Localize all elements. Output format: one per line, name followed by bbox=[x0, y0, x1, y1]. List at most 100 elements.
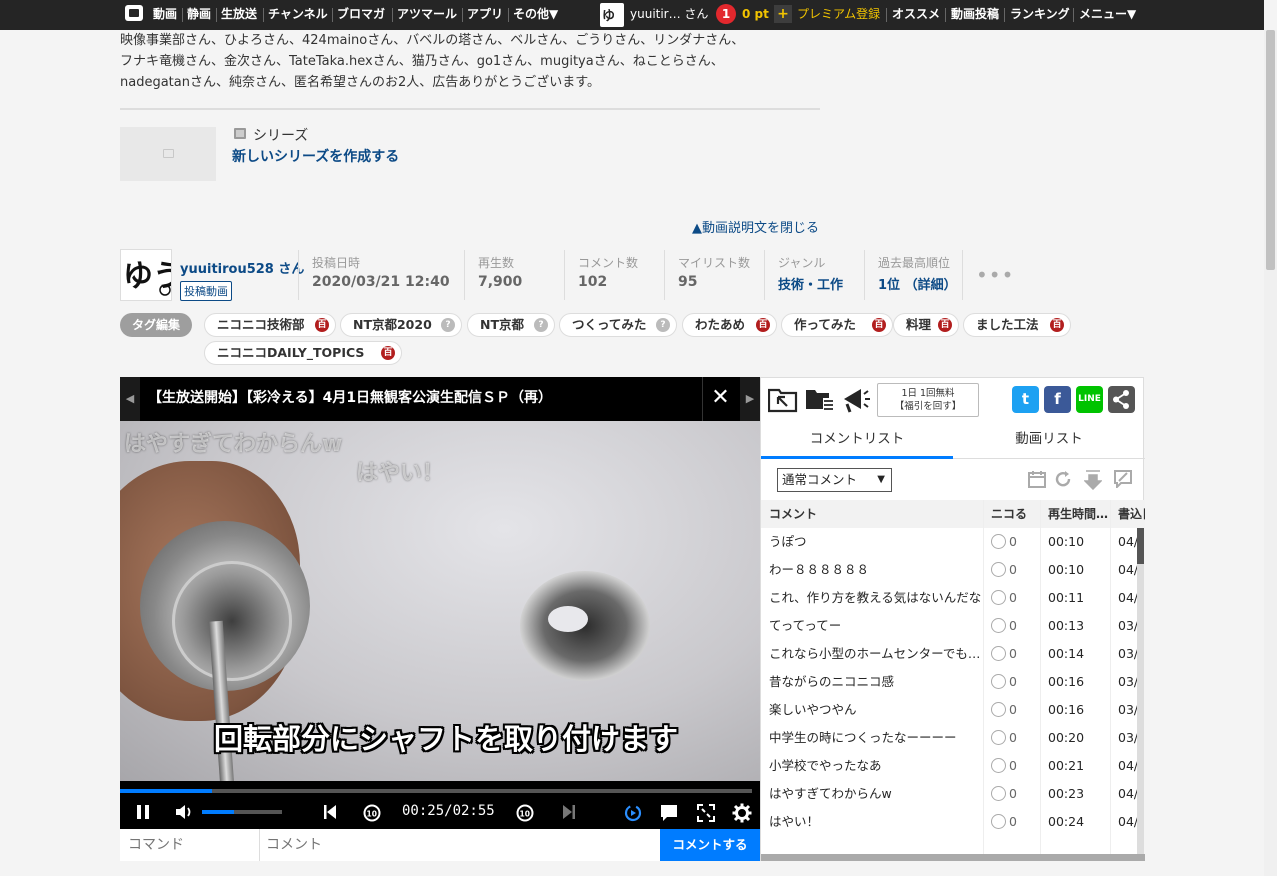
close-icon[interactable]: ✕ bbox=[702, 377, 738, 421]
comment-row[interactable]: はやい！ 0 00:24 04/ bbox=[761, 808, 1137, 836]
nicoru-face-icon[interactable] bbox=[991, 730, 1006, 745]
tab-comment-list[interactable]: コメントリスト bbox=[761, 422, 953, 459]
col-comment[interactable]: コメント bbox=[769, 500, 983, 528]
dictionary-icon[interactable]: 百 bbox=[381, 346, 395, 360]
nicoru-cell[interactable]: 0 bbox=[991, 668, 1041, 696]
facebook-share-icon[interactable]: f bbox=[1044, 386, 1071, 413]
owner-name[interactable]: yuuitirou528 さん bbox=[180, 258, 304, 277]
volume-icon[interactable] bbox=[175, 804, 193, 820]
tag-item[interactable]: わたあめ 百 bbox=[682, 313, 777, 337]
comment-list-scrollbar[interactable] bbox=[1137, 528, 1144, 854]
share-icon[interactable] bbox=[1108, 386, 1135, 413]
premium-link[interactable]: プレミアム登録 bbox=[797, 0, 880, 30]
folder-cursor-icon[interactable] bbox=[768, 387, 798, 413]
scrollbar-thumb[interactable] bbox=[1137, 528, 1144, 564]
nav-item-atsumaru[interactable]: アツマール bbox=[397, 0, 457, 30]
nav-item-seiga[interactable]: 静画 bbox=[187, 0, 211, 30]
question-icon[interactable]: ? bbox=[656, 318, 670, 332]
nav-item-others[interactable]: その他▼ bbox=[513, 0, 558, 30]
comment-row[interactable]: 昔ながらのニコニコ感 0 00:16 03/ bbox=[761, 668, 1137, 696]
more-options-icon[interactable]: ••• bbox=[976, 263, 1014, 287]
dictionary-icon[interactable]: 百 bbox=[315, 318, 329, 332]
nav-item-app[interactable]: アプリ bbox=[467, 0, 503, 30]
comment-row[interactable]: てってってー 0 00:13 03/ bbox=[761, 612, 1137, 640]
post-comment-button[interactable]: コメントする bbox=[660, 829, 760, 861]
tag-item[interactable]: つくってみた ? bbox=[559, 313, 677, 337]
owner-avatar[interactable]: ゆう bbox=[120, 249, 172, 301]
video-player[interactable]: ◀ 【生放送開始】【彩冷える】4月1日無観客公演生配信ＳＰ（再） ✕ ▶ はやす… bbox=[120, 377, 760, 829]
tag-item[interactable]: ニコニコ技術部 百 bbox=[204, 313, 336, 337]
loop-icon[interactable] bbox=[623, 803, 643, 823]
comment-toggle-icon[interactable] bbox=[660, 804, 678, 822]
nicoru-face-icon[interactable] bbox=[991, 590, 1006, 605]
nicoru-cell[interactable]: 0 bbox=[991, 780, 1041, 808]
tag-item[interactable]: ニコニコDAILY_TOPICS 百 bbox=[204, 341, 402, 365]
tag-item[interactable]: ました工法 百 bbox=[963, 313, 1071, 337]
dictionary-icon[interactable]: 百 bbox=[1050, 318, 1064, 332]
nicoru-cell[interactable]: 0 bbox=[991, 556, 1041, 584]
tag-item[interactable]: 料理 百 bbox=[893, 313, 959, 337]
col-playback-time[interactable]: 再生時間… bbox=[1048, 500, 1112, 528]
dictionary-icon[interactable]: 百 bbox=[938, 318, 952, 332]
nicoru-face-icon[interactable] bbox=[991, 758, 1006, 773]
nicoru-cell[interactable]: 0 bbox=[991, 724, 1041, 752]
page-scrollbar-thumb[interactable] bbox=[1266, 30, 1275, 270]
nav-item-blomaga[interactable]: ブロマガ bbox=[337, 0, 385, 30]
scroll-down-icon[interactable] bbox=[1083, 470, 1103, 491]
page-scrollbar[interactable] bbox=[1264, 30, 1277, 876]
tab-video-list[interactable]: 動画リスト bbox=[953, 422, 1145, 459]
nicoru-face-icon[interactable] bbox=[991, 646, 1006, 661]
comment-input[interactable] bbox=[260, 829, 660, 861]
comment-row[interactable]: はやすぎてわからんw 0 00:23 04/ bbox=[761, 780, 1137, 808]
comment-row[interactable]: わー８８８８８８ 0 00:10 04/ bbox=[761, 556, 1137, 584]
nicoru-cell[interactable]: 0 bbox=[991, 808, 1041, 836]
rewind-10-icon[interactable]: 10 bbox=[362, 803, 382, 823]
seek-bar[interactable] bbox=[120, 789, 752, 793]
user-name[interactable]: yuuitir… さん bbox=[630, 0, 708, 30]
notification-badge[interactable]: 1 bbox=[716, 4, 736, 24]
create-series-link[interactable]: 新しいシリーズを作成する bbox=[232, 146, 399, 166]
genre-link[interactable]: 技術・工作 bbox=[778, 274, 843, 293]
dictionary-icon[interactable]: 百 bbox=[872, 318, 886, 332]
rank-detail-link[interactable]: 1位 （詳細） bbox=[878, 274, 957, 293]
comment-row[interactable]: 小学校でやったなあ 0 00:21 04/ bbox=[761, 752, 1137, 780]
fullscreen-icon[interactable] bbox=[696, 803, 716, 823]
twitter-share-icon[interactable]: t bbox=[1012, 386, 1039, 413]
points-display[interactable]: 0 pt bbox=[742, 0, 769, 30]
skip-forward-icon[interactable] bbox=[562, 804, 576, 820]
nicoru-cell[interactable]: 0 bbox=[991, 752, 1041, 780]
megaphone-icon[interactable] bbox=[841, 385, 871, 413]
comment-row[interactable]: 楽しいやつやん 0 00:16 03/ bbox=[761, 696, 1137, 724]
nicoru-face-icon[interactable] bbox=[991, 534, 1006, 549]
owner-videos-badge[interactable]: 投稿動画 bbox=[180, 281, 232, 301]
tag-item[interactable]: 作ってみた 百 bbox=[781, 313, 893, 337]
forward-10-icon[interactable]: 10 bbox=[515, 803, 535, 823]
user-avatar[interactable]: ゆ bbox=[600, 3, 624, 27]
nicoru-face-icon[interactable] bbox=[991, 814, 1006, 829]
nicoru-face-icon[interactable] bbox=[991, 786, 1006, 801]
comment-row[interactable]: これなら小型のホームセンターでも… 0 00:14 03/ bbox=[761, 640, 1137, 668]
comment-type-select[interactable]: 通常コメント ▼ bbox=[777, 468, 892, 492]
nav-item-ranking[interactable]: ランキング bbox=[1010, 0, 1070, 30]
comment-list-hscrollbar[interactable] bbox=[761, 854, 1145, 861]
next-arrow-icon[interactable]: ▶ bbox=[740, 377, 760, 421]
settings-gear-icon[interactable] bbox=[732, 803, 752, 823]
dictionary-icon[interactable]: 百 bbox=[756, 318, 770, 332]
nicoru-cell[interactable]: 0 bbox=[991, 696, 1041, 724]
nicoru-cell[interactable]: 0 bbox=[991, 612, 1041, 640]
col-nicoru[interactable]: ニコる bbox=[991, 500, 1039, 528]
nicoru-cell[interactable]: 0 bbox=[991, 640, 1041, 668]
series-thumbnail[interactable] bbox=[120, 127, 216, 181]
close-description-link[interactable]: ▲動画説明文を閉じる bbox=[692, 217, 819, 236]
comment-row[interactable]: 中学生の時につくったなーーーー 0 00:20 03/ bbox=[761, 724, 1137, 752]
reload-icon[interactable] bbox=[1053, 470, 1073, 490]
pause-icon[interactable] bbox=[137, 805, 149, 819]
niconico-logo-icon[interactable] bbox=[125, 5, 143, 21]
nav-item-live[interactable]: 生放送 bbox=[221, 0, 257, 30]
command-input[interactable] bbox=[120, 829, 260, 861]
player-notice-title[interactable]: 【生放送開始】【彩冷える】4月1日無観客公演生配信ＳＰ（再） bbox=[148, 377, 552, 419]
skip-back-icon[interactable] bbox=[323, 804, 337, 820]
question-icon[interactable]: ? bbox=[441, 318, 455, 332]
comment-filter-icon[interactable] bbox=[1113, 470, 1133, 490]
nicoru-cell[interactable]: 0 bbox=[991, 584, 1041, 612]
